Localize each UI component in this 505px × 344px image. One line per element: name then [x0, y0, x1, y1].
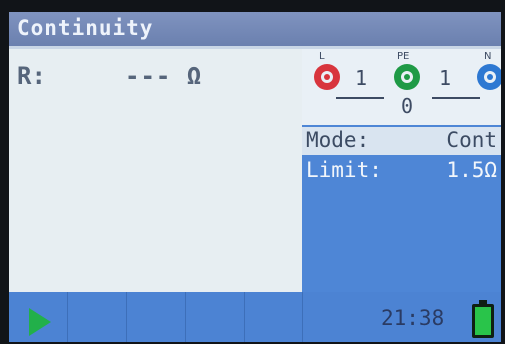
l-terminal-icon: [314, 64, 340, 90]
softkey-4[interactable]: [185, 292, 245, 342]
pe-terminal-icon: [394, 64, 420, 90]
l-terminal-label: L: [319, 51, 325, 62]
page-title: Continuity: [17, 16, 154, 40]
battery-icon: [472, 300, 494, 338]
start-softkey[interactable]: [9, 292, 68, 342]
title-bar: Continuity: [9, 12, 501, 49]
terminal-status: L PE N 1 1 0: [302, 49, 501, 125]
softkey-5[interactable]: [244, 292, 303, 342]
pe-n-connection-line: [432, 97, 480, 99]
limit-value: 1.5Ω: [446, 158, 497, 182]
play-icon: [29, 308, 51, 336]
pe-value: 0: [401, 94, 414, 118]
pe-n-value: 1: [439, 66, 452, 90]
limit-setting[interactable]: Limit: 1.5Ω: [302, 157, 501, 185]
l-pe-value: 1: [355, 66, 368, 90]
settings-panel: L PE N 1 1 0 Mode: Cont Limit: 1.5Ω: [302, 49, 501, 292]
n-terminal-icon: [477, 64, 501, 90]
limit-label: Limit:: [306, 158, 382, 182]
softkey-2[interactable]: [67, 292, 127, 342]
measurement-panel: R: --- Ω: [9, 49, 302, 292]
resistance-value: --- Ω: [125, 62, 203, 90]
softkey-3[interactable]: [126, 292, 186, 342]
mode-label: Mode:: [306, 128, 370, 152]
l-pe-connection-line: [336, 97, 384, 99]
mode-setting[interactable]: Mode: Cont: [302, 127, 501, 155]
mode-value: Cont: [446, 128, 497, 152]
resistance-label: R:: [17, 62, 46, 90]
instrument-screen: Continuity R: --- Ω L PE N 1 1 0 Mode: C…: [9, 12, 501, 342]
n-terminal-label: N: [484, 51, 492, 62]
pe-terminal-label: PE: [397, 51, 410, 62]
status-bar: 21:38: [9, 292, 501, 342]
clock-time: 21:38: [381, 306, 445, 330]
